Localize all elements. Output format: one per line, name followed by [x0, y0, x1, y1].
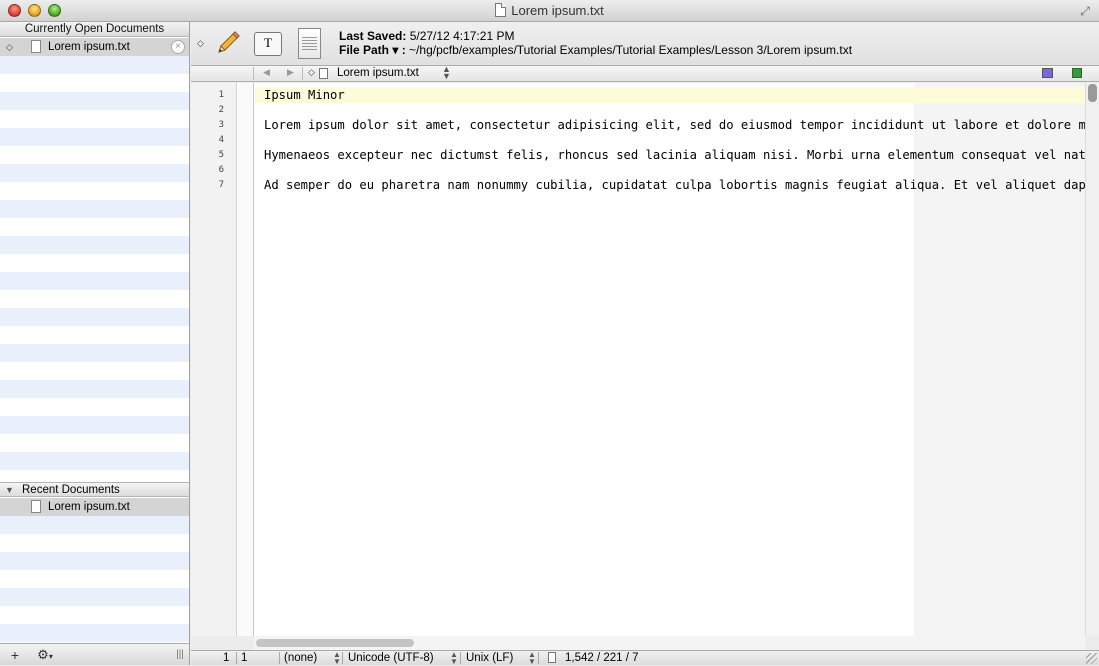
code-line[interactable]: Hymenaeos excepteur nec dictumst felis, … — [264, 148, 1085, 163]
column-indicator[interactable]: 1 — [241, 651, 247, 665]
chevron-updown-icon[interactable]: ▲ ▼ — [528, 651, 536, 666]
split-view-icon[interactable] — [1072, 68, 1082, 78]
document-popup-menu[interactable]: Lorem ipsum.txt — [337, 67, 419, 79]
divider — [279, 652, 280, 664]
last-saved-value: 5/27/12 4:17:21 PM — [409, 29, 515, 43]
document-stats-icon — [548, 652, 556, 663]
vertical-scrollbar[interactable] — [1085, 83, 1099, 636]
navigation-bar: ◀ ▶ ◇ Lorem ipsum.txt ▲ ▼ — [191, 65, 1099, 82]
line-indicator[interactable]: 1 — [223, 651, 229, 665]
unsaved-diamond-icon: ◇ — [197, 38, 204, 48]
horizontal-scroll-thumb[interactable] — [256, 639, 414, 647]
line-number: 5 — [218, 150, 224, 160]
divider — [538, 652, 539, 664]
sidebar-bottom-bar: + ⚙▾ ||| — [0, 643, 189, 665]
language-popup[interactable]: (none) — [284, 651, 317, 665]
chevron-updown-icon[interactable]: ▲ ▼ — [442, 65, 451, 81]
encoding-popup[interactable]: Unicode (UTF-8) — [348, 651, 434, 665]
gear-menu-button[interactable]: ⚙▾ — [34, 646, 56, 664]
divider — [460, 652, 461, 664]
document-stats: 1,542 / 221 / 7 — [565, 652, 639, 664]
divider — [302, 67, 303, 80]
code-line[interactable]: Ad semper do eu pharetra nam nonummy cub… — [264, 178, 1085, 193]
line-number: 7 — [218, 180, 224, 190]
open-documents-header: Currently Open Documents — [0, 22, 189, 37]
recent-documents-label: Recent Documents — [22, 484, 120, 496]
unsaved-diamond-icon: ◇ — [6, 42, 13, 52]
resize-grip[interactable] — [1086, 653, 1097, 664]
chevron-down-icon: ▾ — [48, 652, 53, 661]
recent-document-item[interactable]: Lorem ipsum.txt — [0, 498, 189, 516]
window-title-text: Lorem ipsum.txt — [511, 3, 604, 18]
document-icon — [319, 68, 328, 79]
file-path-menu[interactable]: File Path ▾ : — [339, 43, 406, 57]
splitter-handle[interactable]: ||| — [174, 646, 186, 664]
document-icon — [31, 40, 41, 53]
open-document-item[interactable]: ◇ Lorem ipsum.txt × — [0, 38, 189, 56]
pencil-icon[interactable] — [215, 30, 241, 56]
line-number: 1 — [218, 90, 224, 100]
forward-arrow-icon[interactable]: ▶ — [287, 67, 294, 78]
close-document-icon[interactable]: × — [171, 40, 185, 54]
divider — [236, 652, 237, 664]
horizontal-scrollbar[interactable] — [254, 636, 1085, 650]
disclosure-triangle-icon[interactable]: ▼ — [5, 483, 14, 497]
line-number: 3 — [218, 120, 224, 130]
line-number: 4 — [218, 135, 224, 145]
recent-documents-header[interactable]: ▼ Recent Documents — [0, 482, 189, 497]
documents-sidebar: Currently Open Documents ◇ Lorem ipsum.t… — [0, 22, 190, 665]
document-info: Last Saved: 5/27/12 4:17:21 PM File Path… — [339, 29, 852, 57]
divider — [342, 652, 343, 664]
file-path-value: ~/hg/pcfb/examples/Tutorial Examples/Tut… — [409, 43, 853, 57]
code-line[interactable]: Lorem ipsum dolor sit amet, consectetur … — [264, 118, 1085, 133]
page-guide — [914, 83, 1085, 636]
document-info-icon[interactable] — [298, 28, 321, 59]
chevron-updown-icon[interactable]: ▲ ▼ — [450, 651, 458, 666]
vertical-scroll-thumb[interactable] — [1088, 84, 1097, 102]
text-options-icon[interactable]: T — [254, 32, 282, 56]
counterpart-icon[interactable] — [1042, 68, 1053, 78]
open-document-label: Lorem ipsum.txt — [48, 41, 130, 53]
divider — [253, 67, 254, 80]
recent-documents-list: Lorem ipsum.txt — [0, 498, 189, 642]
open-documents-list: ◇ Lorem ipsum.txt × — [0, 38, 189, 481]
line-number: 6 — [218, 165, 224, 175]
code-line[interactable]: Ipsum Minor — [264, 88, 1085, 103]
document-icon — [31, 500, 41, 513]
window-title-bar: Lorem ipsum.txt ⤢ — [0, 0, 1099, 22]
fold-gutter[interactable] — [238, 83, 254, 636]
status-bar: 1 1 (none) ▲ ▼ Unicode (UTF-8) ▲ ▼ Unix (L… — [191, 650, 1099, 666]
text-options-glyph: T — [264, 35, 272, 50]
add-button[interactable]: + — [8, 646, 22, 664]
last-saved-label: Last Saved: — [339, 29, 407, 43]
text-editor[interactable]: 1 2 3 4 5 6 7 Ipsum Minor Lorem ipsum do… — [191, 83, 1085, 636]
unsaved-diamond-icon: ◇ — [308, 67, 315, 77]
chevron-updown-icon[interactable]: ▲ ▼ — [333, 651, 341, 666]
line-number-gutter: 1 2 3 4 5 6 7 — [191, 83, 237, 636]
recent-document-label: Lorem ipsum.txt — [48, 501, 130, 513]
back-arrow-icon[interactable]: ◀ — [263, 67, 270, 78]
line-endings-popup[interactable]: Unix (LF) — [466, 651, 513, 665]
fullscreen-icon[interactable]: ⤢ — [1078, 4, 1092, 18]
gear-icon: ⚙ — [37, 647, 49, 662]
document-icon — [495, 3, 507, 17]
window-title: Lorem ipsum.txt — [0, 3, 1099, 18]
document-toolbar: ◇ T Last Saved: 5/27/12 4:17:21 PM File … — [191, 22, 1099, 66]
line-number: 2 — [218, 105, 224, 115]
